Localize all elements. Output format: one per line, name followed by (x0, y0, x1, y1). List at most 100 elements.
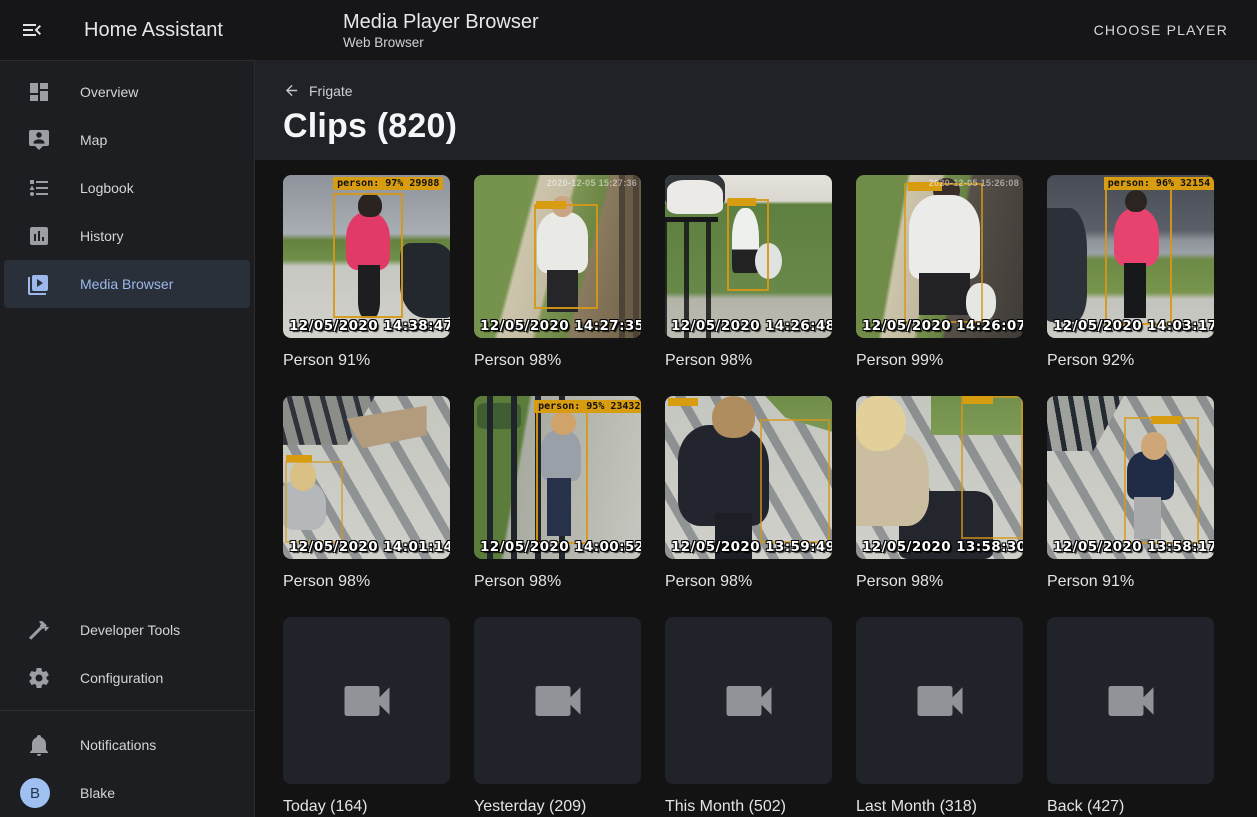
app-bar: Home Assistant Media Player Browser Web … (0, 0, 1257, 60)
choose-player-button[interactable]: CHOOSE PLAYER (1086, 14, 1236, 46)
sidebar-item-label: Logbook (80, 180, 134, 196)
timestamp-overlay: 12/05/2020 14:26:07 (862, 318, 1023, 334)
clip-label: Person 92% (1047, 351, 1214, 370)
detection-bbox (1124, 417, 1199, 544)
logbook-list-icon (27, 176, 51, 200)
avatar: B (20, 778, 50, 808)
sidebar-item-overview[interactable]: Overview (4, 68, 250, 116)
sidebar-item-notifications[interactable]: Notifications (4, 721, 250, 769)
folder-card-yesterday[interactable]: Yesterday (209) (474, 617, 641, 816)
folder-label: Yesterday (209) (474, 797, 641, 816)
folder-label: Last Month (318) (856, 797, 1023, 816)
profile-name: Blake (80, 785, 115, 801)
dashboard-icon (27, 80, 51, 104)
video-camera-icon (910, 671, 970, 731)
clip-thumbnail: 12/05/2020 14:01:14 (283, 396, 450, 559)
sidebar-item-label: Developer Tools (80, 622, 180, 638)
sidebar-item-developer-tools[interactable]: Developer Tools (4, 606, 250, 654)
detection-bbox (760, 419, 830, 543)
sidebar-item-history[interactable]: History (4, 212, 250, 260)
app-bar-left: Home Assistant (0, 18, 255, 42)
folder-thumbnail (474, 617, 641, 784)
detection-label (536, 201, 566, 209)
sidebar-divider (0, 710, 254, 711)
clip-label: Person 98% (856, 572, 1023, 591)
detection-bbox (727, 199, 769, 290)
panel-subtitle: Web Browser (343, 35, 539, 50)
page-title: Clips (820) (283, 107, 1229, 146)
clip-card[interactable]: 12/05/2020 13:59:49 Person 98% (665, 396, 832, 591)
clip-label: Person 98% (474, 572, 641, 591)
clip-card[interactable]: person: 97% 29988 12/05/2020 14:38:47 Pe… (283, 175, 450, 370)
timestamp-overlay: 12/05/2020 14:01:14 (289, 539, 450, 555)
clip-card[interactable]: person: 96% 32154 12/05/2020 14:03:17 Pe… (1047, 175, 1214, 370)
clip-label: Person 98% (474, 351, 641, 370)
timestamp-overlay: 12/05/2020 13:58:30 (862, 539, 1023, 555)
folder-thumbnail (1047, 617, 1214, 784)
detection-label (1151, 416, 1181, 424)
folder-label: Today (164) (283, 797, 450, 816)
folder-card-back[interactable]: Back (427) (1047, 617, 1214, 816)
clip-thumbnail: 12/05/2020 13:58:30 (856, 396, 1023, 559)
folder-thumbnail (283, 617, 450, 784)
folder-label: This Month (502) (665, 797, 832, 816)
video-camera-icon (1101, 671, 1161, 731)
panel-title: Media Player Browser (343, 10, 539, 34)
camera-timestamp: 2020-12-05 15:27:36 (547, 178, 637, 188)
clip-thumbnail: 12/05/2020 14:26:48 (665, 175, 832, 338)
sidebar-toggle-menu-icon[interactable] (20, 18, 44, 42)
folder-card-this-month[interactable]: This Month (502) (665, 617, 832, 816)
detection-label (963, 396, 993, 404)
media-grid-area: person: 97% 29988 12/05/2020 14:38:47 Pe… (255, 160, 1257, 817)
sidebar-item-label: Map (80, 132, 107, 148)
clip-card[interactable]: person: 95% 23432 12/05/2020 14:00:52 Pe… (474, 396, 641, 591)
sidebar-item-label: Notifications (80, 737, 156, 753)
clip-label: Person 98% (665, 351, 832, 370)
detection-bbox (904, 183, 982, 323)
video-camera-icon (719, 671, 779, 731)
home-assistant-app: Home Assistant Media Player Browser Web … (0, 0, 1257, 817)
sidebar-item-media-browser[interactable]: Media Browser (4, 260, 250, 308)
clip-label: Person 98% (283, 572, 450, 591)
clip-thumbnail: person: 95% 23432 12/05/2020 14:00:52 (474, 396, 641, 559)
folder-thumbnail (856, 617, 1023, 784)
detection-bbox (333, 193, 403, 319)
clip-thumbnail: person: 97% 29988 12/05/2020 14:38:47 (283, 175, 450, 338)
sidebar-item-configuration[interactable]: Configuration (4, 654, 250, 702)
breadcrumb-label: Frigate (309, 83, 353, 99)
detection-label: person: 95% 23432 (534, 400, 641, 413)
sidebar-item-label: Media Browser (80, 276, 173, 292)
timestamp-overlay: 12/05/2020 13:59:49 (671, 539, 832, 555)
main-content: Frigate Clips (820) person: 97% 29988 12… (255, 60, 1257, 817)
clip-card[interactable]: 12/05/2020 13:58:30 Person 98% (856, 396, 1023, 591)
detection-bbox (285, 461, 343, 543)
clip-card[interactable]: 12/05/2020 14:01:14 Person 98% (283, 396, 450, 591)
sidebar-item-logbook[interactable]: Logbook (4, 164, 250, 212)
bell-icon (27, 733, 51, 757)
gear-icon (27, 666, 51, 690)
sidebar-item-map[interactable]: Map (4, 116, 250, 164)
clip-label: Person 91% (283, 351, 450, 370)
folder-card-last-month[interactable]: Last Month (318) (856, 617, 1023, 816)
clip-card[interactable]: 2020-12-05 15:26:08 12/05/2020 14:26:07 … (856, 175, 1023, 370)
sidebar-item-profile[interactable]: B Blake (4, 769, 250, 817)
breadcrumb[interactable]: Frigate (283, 82, 353, 99)
panel-title-block: Media Player Browser Web Browser (343, 10, 539, 50)
detection-bbox (961, 396, 1023, 539)
clip-card[interactable]: 12/05/2020 13:58:17 Person 91% (1047, 396, 1214, 591)
video-camera-icon (528, 671, 588, 731)
clip-card[interactable]: 12/05/2020 14:26:48 Person 98% (665, 175, 832, 370)
media-play-box-icon (27, 272, 51, 296)
history-chart-icon (27, 224, 51, 248)
timestamp-overlay: 12/05/2020 14:03:17 (1053, 318, 1214, 334)
clip-thumbnail: 2020-12-05 15:26:08 12/05/2020 14:26:07 (856, 175, 1023, 338)
folder-card-today[interactable]: Today (164) (283, 617, 450, 816)
clip-card[interactable]: 2020-12-05 15:27:36 12/05/2020 14:27:35 … (474, 175, 641, 370)
detection-label: person: 97% 29988 (333, 177, 443, 190)
clip-thumbnail: person: 96% 32154 12/05/2020 14:03:17 (1047, 175, 1214, 338)
timestamp-overlay: 12/05/2020 14:38:47 (289, 318, 450, 334)
detection-label (668, 398, 698, 406)
timestamp-overlay: 12/05/2020 14:27:35 (480, 318, 641, 334)
timestamp-overlay: 12/05/2020 13:58:17 (1053, 539, 1214, 555)
back-arrow-icon (283, 82, 300, 99)
